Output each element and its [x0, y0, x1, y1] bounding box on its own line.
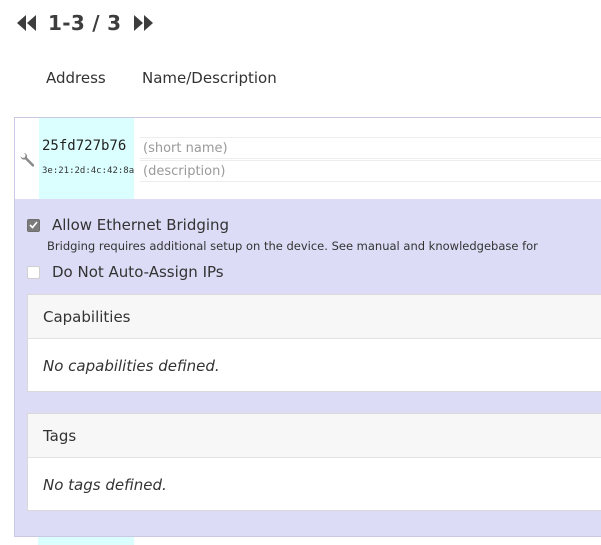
member-description-input[interactable] — [140, 160, 601, 182]
member-name-input[interactable] — [140, 137, 601, 159]
member-settings-button[interactable] — [18, 151, 36, 173]
tags-header: Tags — [28, 414, 601, 458]
double-chevron-right-icon — [134, 15, 154, 31]
capabilities-card: Capabilities No capabilities defined. — [27, 294, 601, 392]
no-auto-assign-checkbox[interactable] — [27, 265, 40, 279]
wrench-icon — [20, 152, 35, 167]
tags-card: Tags No tags defined. — [27, 413, 601, 511]
pagination-bar: 1-3 / 3 — [16, 10, 155, 36]
capabilities-header: Capabilities — [28, 295, 601, 339]
member-node-id: 25fd727b76 — [42, 138, 127, 154]
double-chevron-left-icon — [17, 15, 36, 31]
column-header-name-description[interactable]: Name/Description — [142, 69, 277, 87]
member-address-cell[interactable]: 25fd727b76 3e:21:2d:4c:42:8a — [39, 118, 134, 199]
capabilities-empty-text: No capabilities defined. — [43, 356, 220, 375]
no-auto-assign-row[interactable]: Do Not Auto-Assign IPs — [27, 263, 224, 281]
tags-empty-text: No tags defined. — [43, 475, 167, 494]
page-range-text: 1-3 / 3 — [48, 11, 122, 35]
column-header-address[interactable]: Address — [46, 69, 106, 87]
allow-bridging-label[interactable]: Allow Ethernet Bridging — [52, 216, 229, 234]
allow-bridging-row[interactable]: Allow Ethernet Bridging — [27, 216, 229, 234]
checkmark-icon — [29, 221, 38, 229]
member-panel: 25fd727b76 3e:21:2d:4c:42:8a Allow Ether… — [14, 117, 601, 537]
allow-bridging-checkbox[interactable] — [27, 218, 40, 232]
next-page-button[interactable] — [133, 14, 155, 32]
next-member-address-cell — [38, 537, 134, 545]
bridging-help-text: Bridging requires additional setup on th… — [47, 239, 538, 253]
member-row: 25fd727b76 3e:21:2d:4c:42:8a — [15, 118, 601, 199]
previous-page-button[interactable] — [16, 14, 38, 32]
no-auto-assign-label[interactable]: Do Not Auto-Assign IPs — [52, 263, 224, 281]
member-mac-address: 3e:21:2d:4c:42:8a — [42, 166, 134, 176]
